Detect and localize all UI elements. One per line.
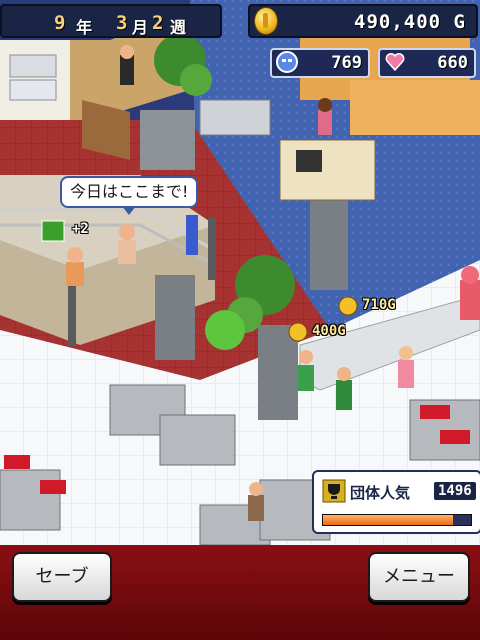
isometric-gym-view	[0, 0, 480, 545]
date-display: 9 年 3 月 2 週	[0, 4, 222, 38]
strength-value: 769	[331, 53, 362, 73]
save-button[interactable]: セーブ	[12, 552, 112, 602]
popularity-bar	[322, 514, 472, 526]
game-scene[interactable]: 今日はここまで! +2 710G 400G	[0, 0, 480, 545]
menu-button[interactable]: メニュー	[368, 552, 470, 602]
popularity-panel: 団体人気 1496	[312, 470, 480, 534]
year-unit: 年	[76, 18, 93, 37]
month-unit: 月	[132, 18, 149, 37]
popularity-bar-fill	[323, 515, 454, 525]
week-unit: 週	[170, 18, 187, 37]
wrestler-mask-icon	[276, 51, 298, 73]
strength-stat: 769	[270, 48, 370, 78]
skill-bonus-text: +2	[72, 221, 89, 237]
trophy-icon	[322, 479, 346, 503]
money-value: 490,400 G	[354, 11, 466, 33]
hearts-value: 660	[437, 53, 468, 73]
popularity-label: 団体人気	[350, 484, 411, 502]
year-value: 9	[54, 12, 66, 34]
income-popup-710: 710G	[362, 297, 396, 313]
hearts-stat: 660	[378, 48, 476, 78]
week-value: 2	[152, 12, 164, 34]
popularity-value: 1496	[434, 482, 476, 500]
month-value: 3	[116, 12, 128, 34]
money-display: 490,400 G	[248, 4, 478, 38]
speech-bubble: 今日はここまで!	[60, 176, 199, 215]
heart-icon	[385, 53, 405, 72]
top-hud: 9 年 3 月 2 週 490,400 G 769 660	[0, 0, 480, 78]
income-popup-400: 400G	[312, 323, 346, 339]
gold-coin-icon	[254, 7, 278, 35]
